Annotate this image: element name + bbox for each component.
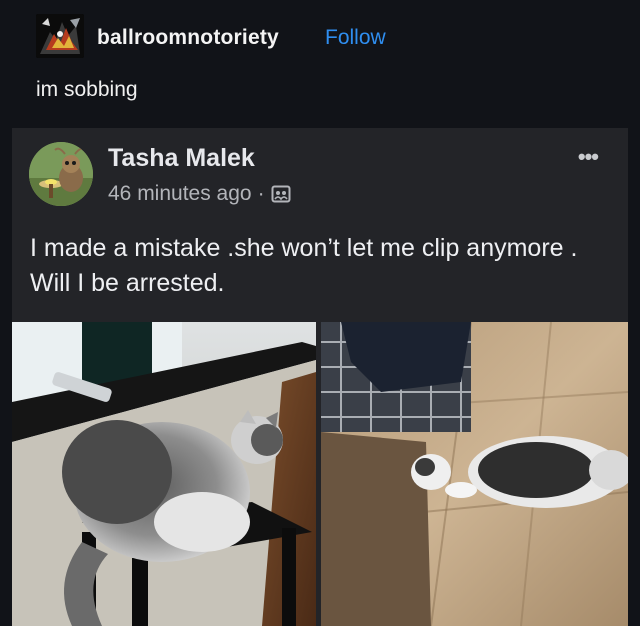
follow-button[interactable]: Follow: [325, 26, 386, 50]
blog-avatar-illustration-icon: [36, 14, 84, 58]
tumblr-post: ballroomnotoriety Follow im sobbing Tash…: [0, 0, 640, 626]
author-name[interactable]: Tasha Malek: [108, 144, 255, 173]
post-caption: im sobbing: [36, 78, 138, 101]
cat-on-stool-image: [12, 322, 316, 626]
photo-cat-on-floor[interactable]: [321, 322, 628, 626]
photo-cat-on-stool[interactable]: [12, 322, 316, 626]
blog-avatar[interactable]: [36, 14, 84, 58]
author-avatar-illustration-icon: [29, 142, 93, 206]
cat-on-floor-image: [321, 322, 628, 626]
post-text: I made a mistake .she won’t let me clip …: [30, 234, 578, 297]
post-meta: 46 minutes ago ·: [108, 182, 291, 206]
group-audience-icon: [271, 185, 291, 203]
embedded-screenshot: Tasha Malek 46 minutes ago · ••• I made …: [12, 128, 628, 626]
post-timestamp[interactable]: 46 minutes ago: [108, 182, 252, 206]
more-options-icon[interactable]: •••: [578, 144, 599, 170]
meta-separator: ·: [257, 182, 265, 205]
blog-name[interactable]: ballroomnotoriety: [97, 26, 279, 50]
author-avatar[interactable]: [29, 142, 93, 206]
post-header: ballroomnotoriety Follow: [0, 0, 640, 74]
